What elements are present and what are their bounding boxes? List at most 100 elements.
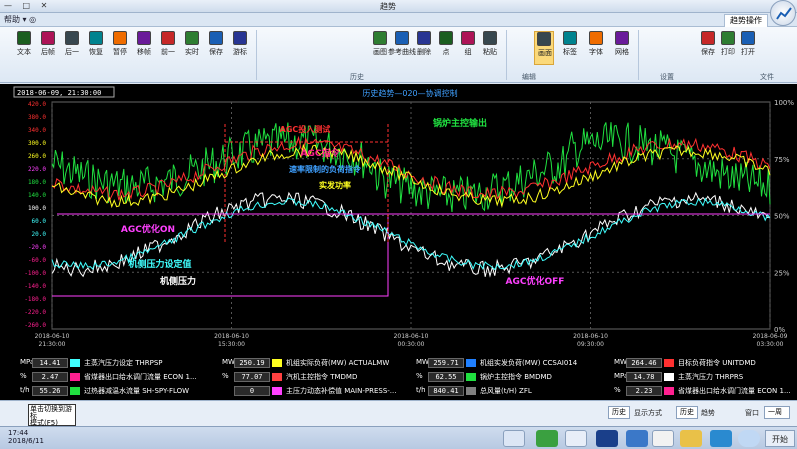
- ribbon-group-separator: [506, 30, 507, 80]
- ribbon-button-label: 暂停: [113, 48, 127, 56]
- history-select[interactable]: 历史: [608, 406, 630, 419]
- ribbon-button-2-2[interactable]: 点: [436, 31, 456, 65]
- ribbon-button-3-6[interactable]: 恢复: [86, 31, 106, 65]
- ribbon-button-3-3[interactable]: 前一: [158, 31, 178, 65]
- ribbon-button-3-7[interactable]: 后一: [62, 31, 82, 65]
- ribbon-button-3-8[interactable]: 后帧: [38, 31, 58, 65]
- legend-entry[interactable]: % 2.23 省煤器出口给水调门流量 ECON 1...: [614, 386, 794, 397]
- ribbon-button-1-3[interactable]: 画面: [534, 31, 554, 65]
- ribbon-tool-icon: [417, 31, 431, 45]
- ribbon-tool-icon: [89, 31, 103, 45]
- legend-entry[interactable]: MW 250.19 机组实际负荷(MW) ACTUALMW: [222, 358, 402, 369]
- ribbon-group-label: 历史: [350, 73, 364, 81]
- left-axis-tick: -100.0: [24, 270, 46, 277]
- ribbon-button-2-5[interactable]: 画图: [370, 31, 390, 65]
- clock-time: 17:44: [8, 429, 29, 437]
- trend-logo-icon: [776, 7, 792, 20]
- legend-swatch: [272, 359, 282, 367]
- ribbon-button-3-9[interactable]: 文本: [14, 31, 34, 65]
- ribbon-button-label: 标签: [563, 48, 577, 56]
- legend-entry[interactable]: t/h 55.26 过热器减温水流量 SH-SPY-FLOW: [20, 386, 200, 397]
- realtime-select[interactable]: 历史: [676, 406, 698, 419]
- ribbon-tool-icon: [721, 31, 735, 45]
- taskbar-app-5[interactable]: [626, 430, 648, 447]
- ribbon-button-3-1[interactable]: 保存: [206, 31, 226, 65]
- ribbon-group-label: 文件: [760, 73, 774, 81]
- legend-name: 目标负荷指令 UNITDMD: [678, 359, 756, 367]
- legend-value: 259.71: [428, 358, 464, 368]
- legend-entry[interactable]: % 2.47 省煤器出口给水调门流量 ECON 1...: [20, 372, 200, 383]
- ribbon-button-3-2[interactable]: 实时: [182, 31, 202, 65]
- ribbon-button-2-0[interactable]: 粘贴: [480, 31, 500, 65]
- taskbar-app-4[interactable]: [596, 430, 618, 447]
- left-axis-tick: 60.0: [32, 218, 47, 225]
- ribbon-button-1-0[interactable]: 网格: [612, 31, 632, 65]
- ribbon-button-2-4[interactable]: 参考曲线: [388, 31, 416, 65]
- legend-entry[interactable]: MPa 14.78 主蒸汽压力 THRPRS: [614, 372, 794, 383]
- ribbon-button-1-2[interactable]: 标签: [560, 31, 580, 65]
- ribbon-button-3-4[interactable]: 移帧: [134, 31, 154, 65]
- ribbon-button-3-5[interactable]: 暂停: [110, 31, 130, 65]
- left-axis-tick: -180.0: [24, 296, 46, 303]
- span-select[interactable]: 一周: [764, 406, 790, 419]
- ribbon-button-label: 文本: [17, 48, 31, 56]
- tab-trend-ops[interactable]: 趋势操作: [724, 14, 768, 27]
- taskbar-app-8[interactable]: [710, 430, 732, 447]
- ribbon-button-label: 网格: [615, 48, 629, 56]
- taskbar-trend-app[interactable]: [565, 430, 587, 447]
- left-axis-tick: -220.0: [24, 309, 46, 316]
- ribbon-button-2-3[interactable]: 删除: [414, 31, 434, 65]
- trend-plot[interactable]: 2018-06-09, 21:30:00 历史趋势—020—协调控制 100% 75%…: [0, 84, 797, 354]
- taskbar-folder-icon[interactable]: [680, 430, 702, 447]
- title-bar: — □ ✕ 趋势: [0, 0, 797, 13]
- annotation-unit-power: 实发功率: [319, 180, 351, 190]
- left-axis-tick: 140.0: [28, 192, 46, 199]
- taskbar-app-1[interactable]: [503, 430, 525, 447]
- ribbon-button-2-1[interactable]: 组: [458, 31, 478, 65]
- ribbon-tool-icon: [41, 31, 55, 45]
- legend-entry[interactable]: t/h 840.41 总风量(t/H) ZFL: [416, 386, 596, 397]
- right-axis-tick: 25%: [774, 269, 790, 277]
- legend-value: 14.78: [626, 372, 662, 382]
- cursor-tooltip: 单击切换到游标 模式(F5): [28, 404, 76, 427]
- legend-value: 840.41: [428, 386, 464, 396]
- legend-name: 过热器减温水流量 SH-SPY-FLOW: [84, 387, 190, 395]
- taskbar: 17:44 2018/6/11 开始: [0, 426, 797, 449]
- annotation-pressure-sp: 机侧压力设定值: [128, 258, 191, 270]
- ribbon-button-0-2[interactable]: 保存: [698, 31, 718, 65]
- legend-entry[interactable]: MPa 14.41 主蒸汽压力设定 THRPSP: [20, 358, 200, 369]
- taskbar-app-6[interactable]: [652, 430, 674, 447]
- app-menu-button[interactable]: [770, 0, 796, 26]
- annotation-pressure-dev: 速率限制的负荷指令: [289, 164, 362, 174]
- legend-entry[interactable]: % 62.55 锅炉主控指令 BMDMD: [416, 372, 596, 383]
- taskbar-app-2[interactable]: [536, 430, 558, 447]
- legend-value: 2.23: [626, 386, 662, 396]
- start-button[interactable]: 开始: [765, 430, 795, 447]
- window-controls[interactable]: — □ ✕: [4, 1, 51, 10]
- legend-entry[interactable]: MW 264.46 目标负荷指令 UNITDMD: [614, 358, 794, 369]
- ribbon-button-1-1[interactable]: 字体: [586, 31, 606, 65]
- left-axis-tick: 20.0: [32, 231, 47, 238]
- ribbon-button-3-0[interactable]: 游标: [230, 31, 250, 65]
- taskbar-app-9[interactable]: [738, 430, 760, 447]
- legend-value: 264.46: [626, 358, 662, 368]
- help-menu[interactable]: 帮助 ▾ ◎: [4, 14, 36, 25]
- legend-entry[interactable]: MW 259.71 机组实发负荷(MW) CCSAI014: [416, 358, 596, 369]
- clock: 17:44 2018/6/11: [8, 429, 44, 445]
- annotation-agc-off: AGC优化OFF: [506, 275, 565, 287]
- ribbon-tool-icon: [113, 31, 127, 45]
- trend-chart[interactable]: 2018-06-09, 21:30:00 历史趋势—020—协调控制 100% 75%…: [0, 84, 797, 354]
- legend-unit: t/h: [20, 386, 30, 394]
- ribbon-tool-icon: [537, 32, 551, 46]
- ribbon-tool-icon: [233, 31, 247, 45]
- left-axis-tick: 220.0: [28, 166, 46, 173]
- legend-entry[interactable]: % 77.07 汽机主控指令 TMDMD: [222, 372, 402, 383]
- right-axis-tick: 50%: [774, 213, 790, 221]
- ribbon-tool-icon: [589, 31, 603, 45]
- x-tick-date: 2018-06-09: [753, 333, 788, 340]
- legend-entry[interactable]: 0 主压力动态补偿值 MAIN-PRESS-...: [222, 386, 402, 397]
- ribbon-tool-icon: [161, 31, 175, 45]
- legend-name: 总风量(t/H) ZFL: [480, 387, 532, 395]
- left-axis-tick: 300.0: [28, 140, 46, 147]
- legend-name: 省煤器出口给水调门流量 ECON 1...: [84, 373, 197, 381]
